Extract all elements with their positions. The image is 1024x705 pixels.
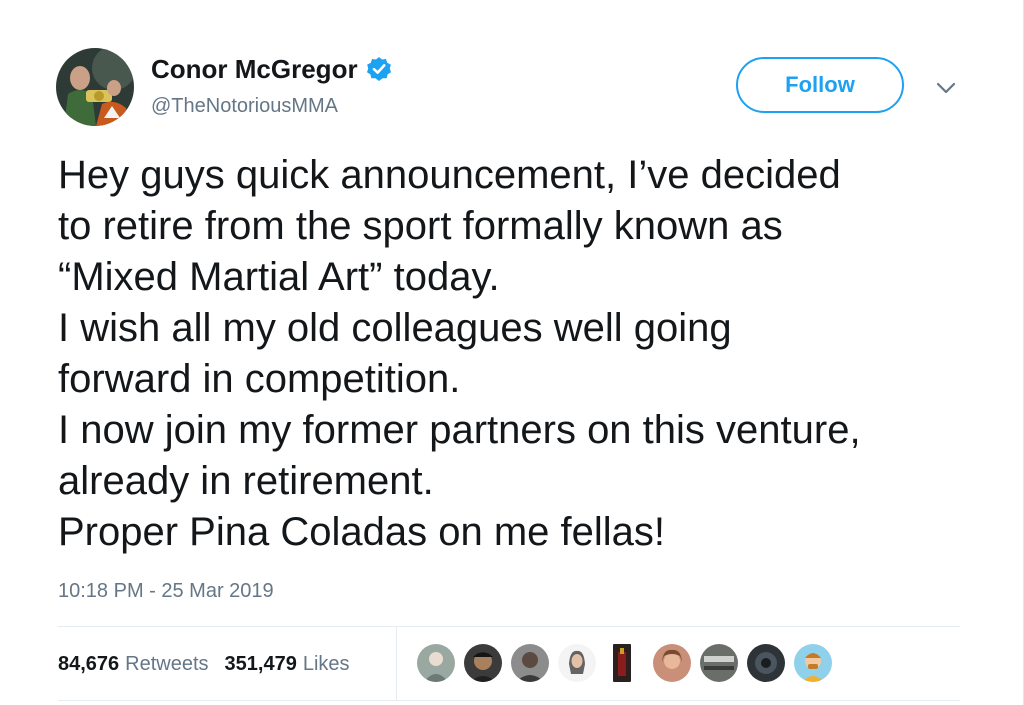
liker-avatar-icon[interactable]	[792, 642, 834, 684]
tweet-text-line: I wish all my old colleagues well going	[58, 306, 732, 350]
stats-divider-top	[58, 626, 960, 627]
tweet-text-line: forward in competition.	[58, 357, 461, 401]
liker-avatar-icon[interactable]	[698, 642, 740, 684]
liker-avatar-icon[interactable]	[415, 642, 457, 684]
stats-divider-bottom	[58, 700, 960, 701]
tweet-timestamp[interactable]: 10:18 PM - 25 Mar 2019	[58, 578, 274, 604]
likes-count: 351,479	[224, 653, 297, 675]
chevron-down-icon[interactable]	[932, 78, 960, 98]
follow-button[interactable]: Follow	[736, 57, 904, 113]
retweets-label: Retweets	[125, 653, 209, 675]
likes-label: Likes	[302, 653, 350, 675]
retweets-stat[interactable]: 84,676 Retweets	[58, 651, 209, 677]
stats-vertical-divider	[396, 627, 397, 700]
tweet-stats: 84,676 Retweets 351,479 Likes	[58, 651, 366, 677]
tweet-text-line: Hey guys quick announcement, I’ve decide…	[58, 153, 841, 197]
liker-avatar-icon[interactable]	[745, 642, 787, 684]
tweet-text-line: “Mixed Martial Art” today.	[58, 255, 500, 299]
tweet-text-line: I now join my former partners on this ve…	[58, 408, 861, 452]
liker-avatar-icon[interactable]	[651, 642, 693, 684]
tweet-text-line: already in retirement.	[58, 459, 434, 503]
tweet-card: Conor McGregor @TheNotoriousMMA Follow H…	[0, 0, 1024, 705]
liker-avatar-icon[interactable]	[556, 642, 598, 684]
liker-avatar-icon[interactable]	[509, 642, 551, 684]
verified-badge-icon	[366, 56, 392, 82]
retweets-count: 84,676	[58, 653, 120, 675]
author-display-name[interactable]: Conor McGregor	[151, 53, 358, 85]
likes-stat[interactable]: 351,479 Likes	[225, 651, 350, 677]
liker-avatar-icon[interactable]	[462, 642, 504, 684]
liker-avatars	[415, 642, 839, 684]
tweet-text-line: to retire from the sport formally known …	[58, 204, 783, 248]
author-name-row: Conor McGregor	[151, 53, 392, 85]
tweet-text-line: Proper Pina Coladas on me fellas!	[58, 510, 665, 554]
profile-photo-icon	[56, 48, 134, 126]
author-handle[interactable]: @TheNotoriousMMA	[151, 94, 338, 118]
author-avatar[interactable]	[56, 48, 134, 126]
liker-avatar-icon[interactable]	[611, 642, 633, 684]
tweet-text: Hey guys quick announcement, I’ve decide…	[58, 150, 958, 558]
